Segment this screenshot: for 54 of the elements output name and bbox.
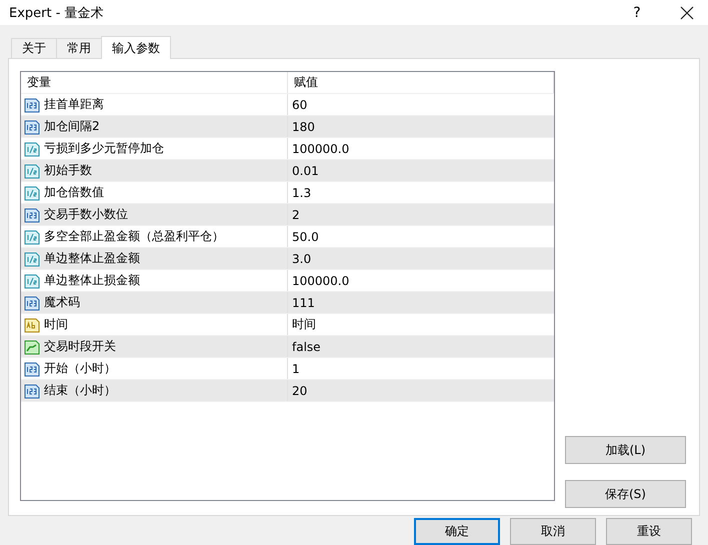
parameter-value[interactable]: 1 [288, 358, 554, 379]
parameter-name: 单边整体止盈金额 [44, 250, 140, 267]
parameter-name: 结束（小时） [44, 382, 116, 399]
parameter-value[interactable]: 2 [288, 204, 554, 225]
dialog-button[interactable]: 重设 [606, 518, 692, 545]
fraction-icon [24, 250, 40, 266]
parameter-name: 魔术码 [44, 294, 80, 311]
parameter-name: 亏损到多少元暂停加仓 [44, 140, 164, 157]
parameter-name: 加仓倍数值 [44, 184, 104, 201]
integer-icon [24, 206, 40, 222]
parameter-value[interactable]: 50.0 [288, 226, 554, 247]
parameter-value[interactable]: 时间 [288, 314, 554, 335]
parameter-value[interactable]: 111 [288, 292, 554, 313]
help-button[interactable]: ? [614, 4, 660, 20]
fraction-icon [24, 162, 40, 178]
text-type-icon [24, 316, 40, 332]
parameter-name: 加仓间隔2 [44, 118, 100, 135]
integer-icon [24, 96, 40, 112]
fraction-icon [24, 184, 40, 200]
parameter-value[interactable]: 3.0 [288, 248, 554, 269]
toggle-icon [24, 338, 40, 354]
column-header: 赋值 [288, 72, 554, 93]
fraction-icon [24, 272, 40, 288]
integer-icon [24, 360, 40, 376]
parameter-name: 单边整体止损金额 [44, 272, 140, 289]
parameter-value[interactable]: 20 [288, 380, 554, 401]
parameter-value[interactable]: 100000.0 [288, 270, 554, 291]
integer-icon [24, 118, 40, 134]
window-title: Expert - 量金术 [9, 4, 105, 22]
parameter-value[interactable]: 1.3 [288, 182, 554, 203]
fraction-icon [24, 140, 40, 156]
parameter-value[interactable]: 180 [288, 116, 554, 137]
parameter-value[interactable]: 60 [288, 94, 554, 115]
integer-icon [24, 294, 40, 310]
parameter-value[interactable]: false [288, 336, 554, 357]
dialog-button[interactable]: 取消 [510, 518, 596, 545]
column-header: 变量 [21, 72, 288, 93]
close-icon[interactable] [680, 6, 694, 20]
integer-icon [24, 382, 40, 398]
parameter-name: 交易时段开关 [44, 338, 116, 355]
parameter-value[interactable]: 0.01 [288, 160, 554, 181]
side-button[interactable]: 加载(L) [565, 436, 686, 464]
dialog-button[interactable]: 确定 [414, 518, 500, 545]
fraction-icon [24, 228, 40, 244]
side-button[interactable]: 保存(S) [565, 480, 686, 508]
tab[interactable]: 关于 [11, 38, 57, 58]
parameter-name: 初始手数 [44, 162, 92, 179]
tab[interactable]: 输入参数 [101, 36, 171, 59]
parameter-name: 挂首单距离 [44, 96, 104, 113]
parameter-name: 多空全部止盈金额（总盈利平仓） [44, 228, 224, 245]
parameter-name: 时间 [44, 316, 68, 333]
parameter-name: 交易手数小数位 [44, 206, 128, 223]
parameter-name: 开始（小时） [44, 360, 116, 377]
parameter-value[interactable]: 100000.0 [288, 138, 554, 159]
